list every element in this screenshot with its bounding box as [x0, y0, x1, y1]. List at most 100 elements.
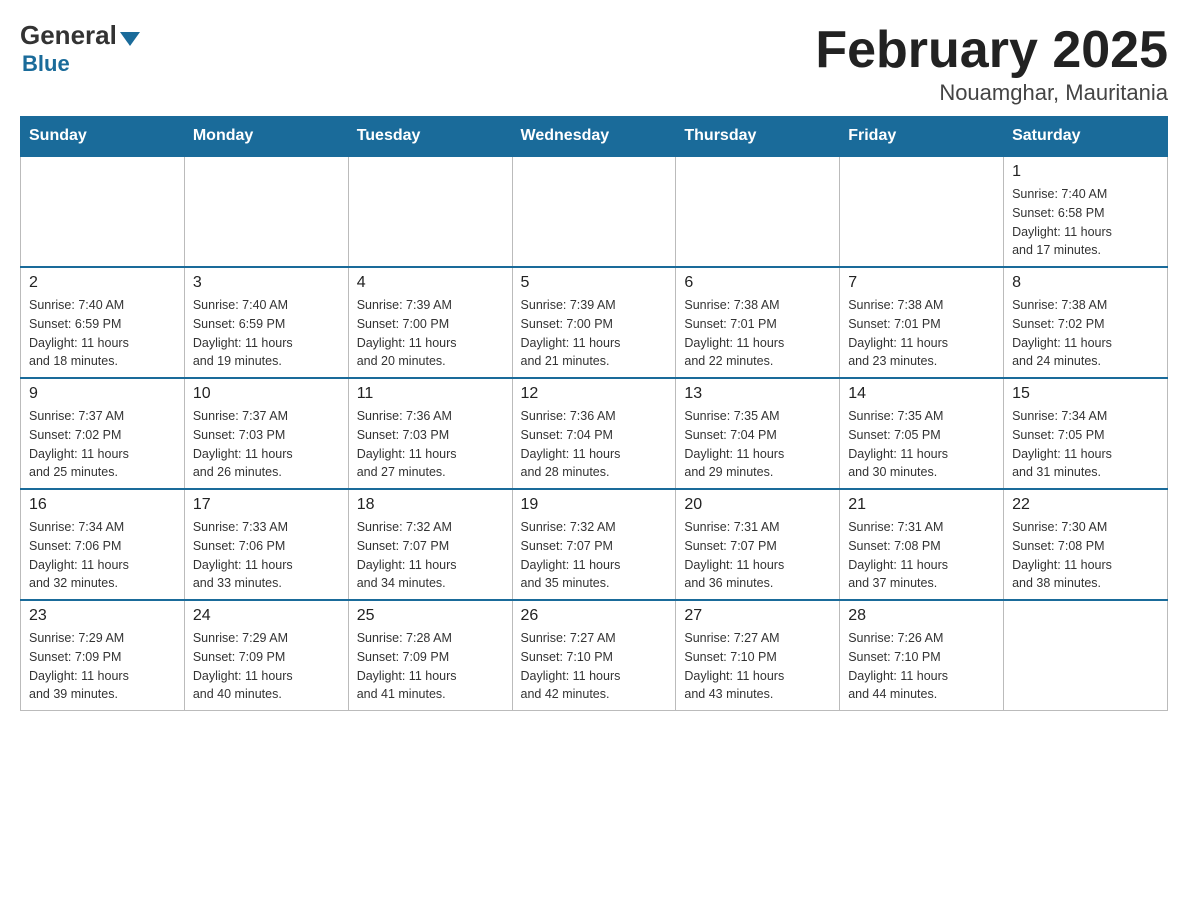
day-info: Sunrise: 7:38 AMSunset: 7:01 PMDaylight:… [684, 296, 831, 371]
calendar-cell: 6 Sunrise: 7:38 AMSunset: 7:01 PMDaylight… [676, 267, 840, 378]
day-header-saturday: Saturday [1004, 117, 1168, 157]
day-info: Sunrise: 7:29 AMSunset: 7:09 PMDaylight:… [193, 629, 340, 704]
day-info: Sunrise: 7:39 AMSunset: 7:00 PMDaylight:… [521, 296, 668, 371]
calendar-cell [840, 156, 1004, 267]
calendar-cell: 2Sunrise: 7:40 AMSunset: 6:59 PMDaylight… [21, 267, 185, 378]
calendar-cell [184, 156, 348, 267]
calendar-cell: 18 Sunrise: 7:32 AMSunset: 7:07 PMDayligh… [348, 489, 512, 600]
title-block: February 2025 Nouamghar, Mauritania [815, 20, 1168, 106]
calendar-cell [348, 156, 512, 267]
day-number: 12 [521, 385, 668, 403]
day-info: Sunrise: 7:35 AMSunset: 7:04 PMDaylight:… [684, 407, 831, 482]
day-info: Sunrise: 7:31 AMSunset: 7:07 PMDaylight:… [684, 518, 831, 593]
day-info: Sunrise: 7:33 AMSunset: 7:06 PMDaylight:… [193, 518, 340, 593]
calendar-cell: 9 Sunrise: 7:37 AMSunset: 7:02 PMDaylight… [21, 378, 185, 489]
calendar-cell: 27 Sunrise: 7:27 AMSunset: 7:10 PMDayligh… [676, 600, 840, 711]
day-info: Sunrise: 7:28 AMSunset: 7:09 PMDaylight:… [357, 629, 504, 704]
week-row-1: 1 Sunrise: 7:40 AMSunset: 6:58 PMDaylight… [21, 156, 1168, 267]
calendar-cell: 3 Sunrise: 7:40 AMSunset: 6:59 PMDaylight… [184, 267, 348, 378]
day-number: 13 [684, 385, 831, 403]
day-number: 28 [848, 607, 995, 625]
day-info: Sunrise: 7:36 AMSunset: 7:03 PMDaylight:… [357, 407, 504, 482]
calendar-cell: 4 Sunrise: 7:39 AMSunset: 7:00 PMDaylight… [348, 267, 512, 378]
calendar-cell: 20 Sunrise: 7:31 AMSunset: 7:07 PMDayligh… [676, 489, 840, 600]
day-header-sunday: Sunday [21, 117, 185, 157]
day-info: Sunrise: 7:30 AMSunset: 7:08 PMDaylight:… [1012, 518, 1159, 593]
calendar-table: SundayMondayTuesdayWednesdayThursdayFrid… [20, 116, 1168, 711]
week-row-5: 23Sunrise: 7:29 AMSunset: 7:09 PMDayligh… [21, 600, 1168, 711]
day-number: 20 [684, 496, 831, 514]
logo: General Blue [20, 20, 143, 77]
day-number: 16 [29, 496, 176, 514]
week-row-4: 16 Sunrise: 7:34 AMSunset: 7:06 PMDayligh… [21, 489, 1168, 600]
day-number: 8 [1012, 274, 1159, 292]
calendar-cell: 13 Sunrise: 7:35 AMSunset: 7:04 PMDayligh… [676, 378, 840, 489]
calendar-cell: 11 Sunrise: 7:36 AMSunset: 7:03 PMDayligh… [348, 378, 512, 489]
calendar-cell: 15 Sunrise: 7:34 AMSunset: 7:05 PMDayligh… [1004, 378, 1168, 489]
day-number: 22 [1012, 496, 1159, 514]
day-info: Sunrise: 7:32 AMSunset: 7:07 PMDaylight:… [521, 518, 668, 593]
location-subtitle: Nouamghar, Mauritania [815, 80, 1168, 106]
day-number: 2 [29, 274, 176, 292]
calendar-cell: 1 Sunrise: 7:40 AMSunset: 6:58 PMDaylight… [1004, 156, 1168, 267]
day-info: Sunrise: 7:35 AMSunset: 7:05 PMDaylight:… [848, 407, 995, 482]
calendar-cell: 10 Sunrise: 7:37 AMSunset: 7:03 PMDayligh… [184, 378, 348, 489]
day-info: Sunrise: 7:34 AMSunset: 7:05 PMDaylight:… [1012, 407, 1159, 482]
calendar-cell [512, 156, 676, 267]
day-info: Sunrise: 7:36 AMSunset: 7:04 PMDaylight:… [521, 407, 668, 482]
day-number: 3 [193, 274, 340, 292]
day-number: 27 [684, 607, 831, 625]
calendar-cell: 26 Sunrise: 7:27 AMSunset: 7:10 PMDayligh… [512, 600, 676, 711]
day-header-thursday: Thursday [676, 117, 840, 157]
day-number: 9 [29, 385, 176, 403]
day-info: Sunrise: 7:32 AMSunset: 7:07 PMDaylight:… [357, 518, 504, 593]
day-number: 14 [848, 385, 995, 403]
day-number: 1 [1012, 163, 1159, 181]
week-row-3: 9 Sunrise: 7:37 AMSunset: 7:02 PMDaylight… [21, 378, 1168, 489]
calendar-cell: 7 Sunrise: 7:38 AMSunset: 7:01 PMDaylight… [840, 267, 1004, 378]
calendar-cell: 28 Sunrise: 7:26 AMSunset: 7:10 PMDayligh… [840, 600, 1004, 711]
day-number: 24 [193, 607, 340, 625]
day-header-friday: Friday [840, 117, 1004, 157]
day-number: 18 [357, 496, 504, 514]
calendar-cell: 24 Sunrise: 7:29 AMSunset: 7:09 PMDayligh… [184, 600, 348, 711]
day-number: 25 [357, 607, 504, 625]
day-number: 7 [848, 274, 995, 292]
day-info: Sunrise: 7:34 AMSunset: 7:06 PMDaylight:… [29, 518, 176, 593]
day-info: Sunrise: 7:38 AMSunset: 7:01 PMDaylight:… [848, 296, 995, 371]
calendar-header-row: SundayMondayTuesdayWednesdayThursdayFrid… [21, 117, 1168, 157]
day-info: Sunrise: 7:27 AMSunset: 7:10 PMDaylight:… [684, 629, 831, 704]
day-header-tuesday: Tuesday [348, 117, 512, 157]
calendar-cell [21, 156, 185, 267]
day-info: Sunrise: 7:40 AMSunset: 6:59 PMDaylight:… [193, 296, 340, 371]
day-number: 21 [848, 496, 995, 514]
day-number: 26 [521, 607, 668, 625]
day-number: 19 [521, 496, 668, 514]
day-number: 4 [357, 274, 504, 292]
calendar-cell [676, 156, 840, 267]
week-row-2: 2 Sunrise: 7:40 AMSunset: 6:59 PMDaylight… [21, 267, 1168, 378]
calendar-cell: 17Sunrise: 7:33 AMSunset: 7:06 PMDayligh… [184, 489, 348, 600]
day-info: Sunrise: 7:26 AMSunset: 7:10 PMDaylight:… [848, 629, 995, 704]
day-info: Sunrise: 7:38 AMSunset: 7:02 PMDaylight:… [1012, 296, 1159, 371]
month-title: February 2025 [815, 20, 1168, 80]
calendar-cell: 12 Sunrise: 7:36 AMSunset: 7:04 PMDayligh… [512, 378, 676, 489]
logo-arrow-icon [120, 32, 140, 46]
calendar-cell [1004, 600, 1168, 711]
day-info: Sunrise: 7:27 AMSunset: 7:10 PMDaylight:… [521, 629, 668, 704]
day-info: Sunrise: 7:39 AMSunset: 7:00 PMDaylight:… [357, 296, 504, 371]
day-number: 10 [193, 385, 340, 403]
day-info: Sunrise: 7:29 AMSunset: 7:09 PMDaylight:… [29, 629, 176, 704]
day-info: Sunrise: 7:40 AMSunset: 6:58 PMDaylight:… [1012, 185, 1159, 260]
calendar-cell: 8 Sunrise: 7:38 AMSunset: 7:02 PMDaylight… [1004, 267, 1168, 378]
day-number: 6 [684, 274, 831, 292]
day-info: Sunrise: 7:37 AMSunset: 7:02 PMDaylight:… [29, 407, 176, 482]
day-header-monday: Monday [184, 117, 348, 157]
calendar-cell: 16 Sunrise: 7:34 AMSunset: 7:06 PMDayligh… [21, 489, 185, 600]
calendar-cell: 5Sunrise: 7:39 AMSunset: 7:00 PMDaylight… [512, 267, 676, 378]
day-number: 15 [1012, 385, 1159, 403]
logo-general-text: General [20, 20, 117, 51]
day-info: Sunrise: 7:37 AMSunset: 7:03 PMDaylight:… [193, 407, 340, 482]
day-number: 11 [357, 385, 504, 403]
calendar-cell: 23Sunrise: 7:29 AMSunset: 7:09 PMDayligh… [21, 600, 185, 711]
